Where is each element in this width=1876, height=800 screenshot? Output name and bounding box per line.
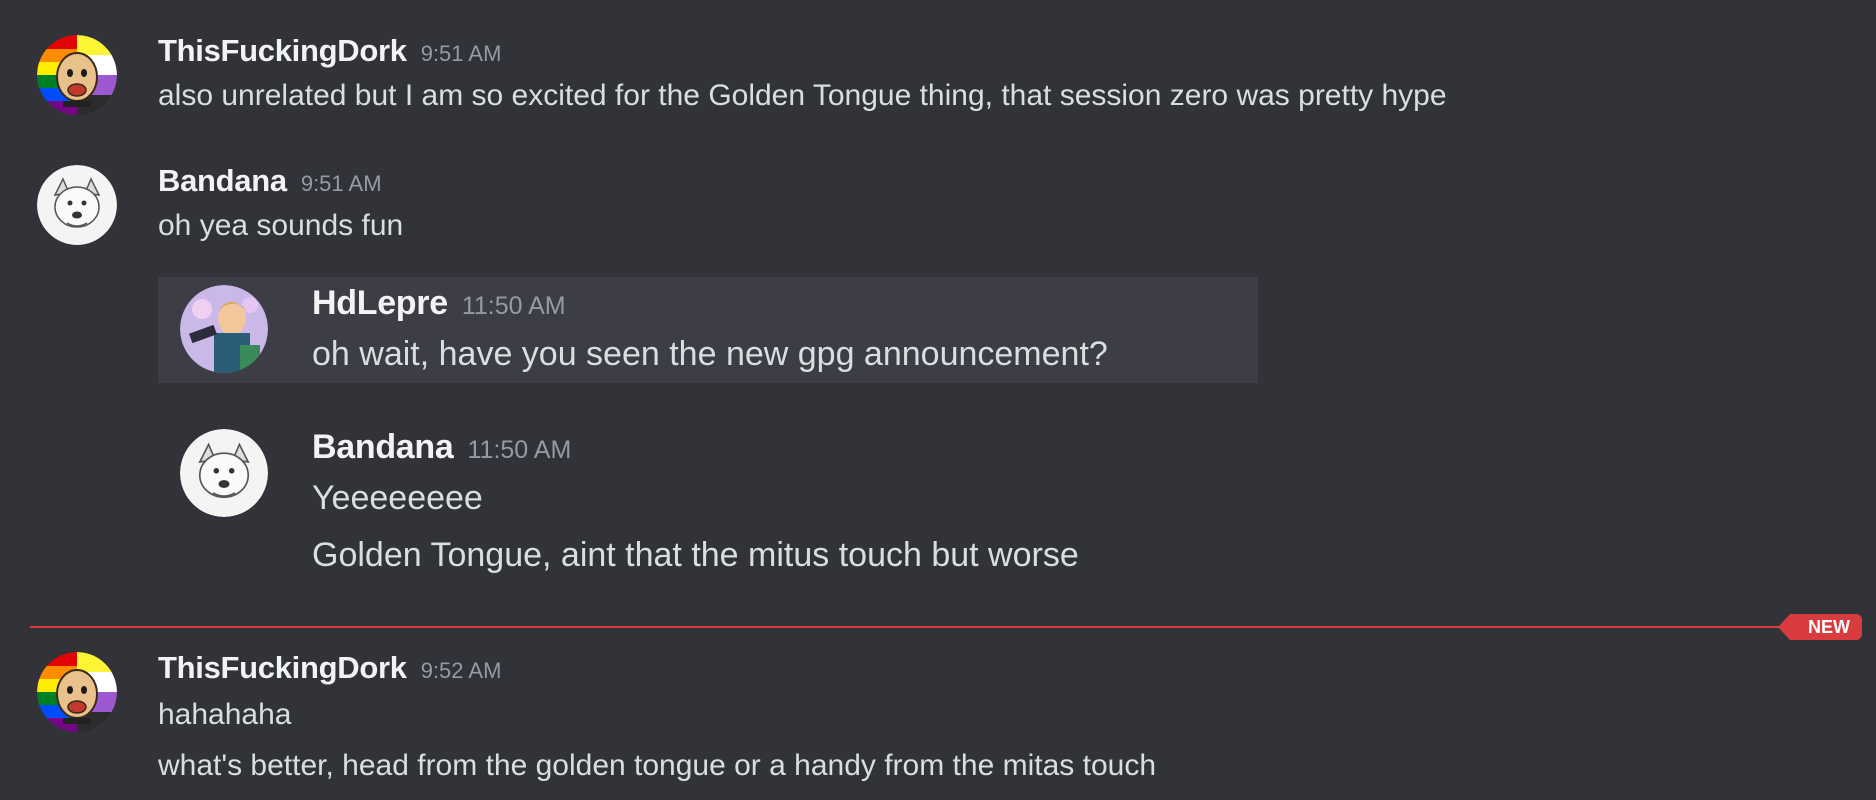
username[interactable]: Bandana [312,428,454,467]
chat-messages: ThisFuckingDork 9:51 AM also unrelated b… [0,0,1876,800]
username[interactable]: ThisFuckingDork [158,650,407,686]
pride-dog-avatar-icon [37,652,117,732]
username[interactable]: HdLepre [312,284,448,323]
new-badge: NEW [1778,614,1862,640]
new-messages-divider [30,626,1790,628]
timestamp[interactable]: 11:50 AM [462,292,566,321]
pride-dog-avatar-icon [37,35,117,115]
message-header: ThisFuckingDork 9:51 AM [158,33,501,69]
message-text: Yeeeeeeee [312,479,483,517]
message-header: Bandana 9:51 AM [158,163,382,199]
timestamp[interactable]: 11:50 AM [468,436,572,465]
avatar[interactable] [37,165,117,245]
username[interactable]: ThisFuckingDork [158,33,407,69]
character-art-avatar-icon [180,285,268,373]
message-text: what's better, head from the golden tong… [158,749,1156,782]
avatar[interactable] [37,35,117,115]
timestamp[interactable]: 9:51 AM [301,171,382,197]
message-text: Golden Tongue, aint that the mitus touch… [312,536,1079,574]
avatar[interactable] [180,429,268,517]
message-text: hahahaha [158,698,292,731]
timestamp[interactable]: 9:52 AM [421,658,502,684]
message-text: oh wait, have you seen the new gpg annou… [312,335,1108,373]
message-header: ThisFuckingDork 9:52 AM [158,650,501,686]
message-text: oh yea sounds fun [158,209,404,242]
message-header: HdLepre 11:50 AM [312,284,566,323]
sketch-dog-avatar-icon [180,429,268,517]
timestamp[interactable]: 9:51 AM [421,41,502,67]
avatar[interactable] [180,285,268,373]
message-header: Bandana 11:50 AM [312,428,571,467]
message-text: also unrelated but I am so excited for t… [158,79,1447,112]
avatar[interactable] [37,652,117,732]
username[interactable]: Bandana [158,163,287,199]
sketch-dog-avatar-icon [37,165,117,245]
